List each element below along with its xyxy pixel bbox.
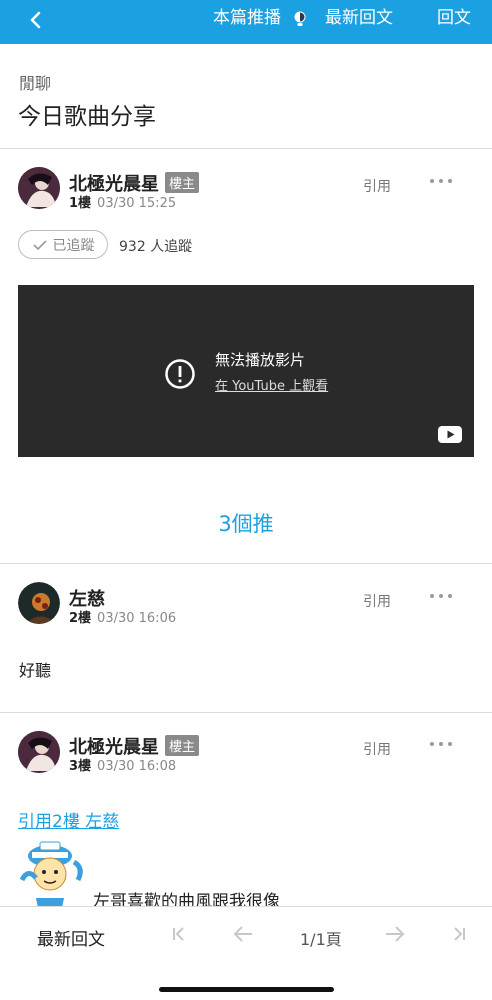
quote-link[interactable]: 引用2樓 左慈 <box>18 807 119 832</box>
avatar[interactable] <box>18 167 60 209</box>
divider <box>0 712 492 713</box>
post-meta: 3樓 03/30 16:08 <box>69 755 176 774</box>
latest-reply-button[interactable]: 最新回文 <box>37 925 105 950</box>
more-button[interactable] <box>430 739 452 749</box>
arrow-left-icon[interactable] <box>232 923 254 945</box>
owner-badge: 樓主 <box>165 172 200 193</box>
track-count: 932 人追蹤 <box>119 239 193 255</box>
arrow-right-icon[interactable] <box>384 923 406 945</box>
tracked-button[interactable]: 已追蹤 <box>18 230 108 259</box>
post-time: 03/30 16:06 <box>97 611 177 626</box>
board-name[interactable]: 閒聊 <box>19 70 51 94</box>
avatar[interactable] <box>18 731 60 773</box>
divider <box>0 148 492 149</box>
push-count[interactable]: 3個推 <box>0 508 492 538</box>
post-meta: 2樓 03/30 16:06 <box>69 607 176 626</box>
reply-button[interactable]: 回文 <box>437 8 471 28</box>
watch-on-youtube-link[interactable]: 在 YouTube 上觀看 <box>215 375 328 394</box>
reply-content: 好聽 <box>19 661 52 680</box>
last-page-icon[interactable] <box>448 923 470 945</box>
more-button[interactable] <box>430 176 452 186</box>
back-button[interactable] <box>22 6 50 34</box>
push-notify-button[interactable]: 本篇推播 <box>213 8 281 28</box>
ellipsis-icon <box>430 742 434 746</box>
floor-number: 2樓 <box>69 611 92 626</box>
tracked-label: 已追蹤 <box>52 237 95 254</box>
alert-circle-icon <box>165 359 195 389</box>
chevron-left-icon <box>30 11 41 29</box>
floor-number: 3樓 <box>69 759 92 774</box>
more-button[interactable] <box>430 591 452 601</box>
owner-badge: 樓主 <box>165 735 200 756</box>
latest-reply-button[interactable]: 最新回文 <box>325 8 393 28</box>
post-meta: 1樓 03/30 15:25 <box>69 192 176 211</box>
divider <box>0 563 492 564</box>
lightbulb-icon[interactable] <box>293 10 307 28</box>
sticker-image <box>19 841 83 908</box>
avatar[interactable] <box>18 582 60 624</box>
ellipsis-icon <box>430 594 434 598</box>
ellipsis-icon <box>430 179 434 183</box>
floor-number: 1樓 <box>69 196 92 211</box>
page-indicator[interactable]: 1/1頁 <box>300 926 342 950</box>
quote-button[interactable]: 引用 <box>363 591 391 611</box>
top-bar: 本篇推播 最新回文 回文 <box>0 0 492 44</box>
video-player[interactable]: 無法播放影片 在 YouTube 上觀看 <box>18 285 474 457</box>
video-error-message: 無法播放影片 <box>215 351 306 369</box>
quote-button[interactable]: 引用 <box>363 176 391 196</box>
home-indicator[interactable] <box>159 987 334 992</box>
post-time: 03/30 15:25 <box>97 196 177 211</box>
youtube-icon[interactable] <box>438 426 462 443</box>
check-icon <box>32 239 47 250</box>
first-page-icon[interactable] <box>168 923 190 945</box>
post-time: 03/30 16:08 <box>97 759 177 774</box>
bottom-bar: 最新回文 1/1頁 <box>0 906 492 1000</box>
quote-button[interactable]: 引用 <box>363 739 391 759</box>
page-title: 今日歌曲分享 <box>18 104 156 130</box>
